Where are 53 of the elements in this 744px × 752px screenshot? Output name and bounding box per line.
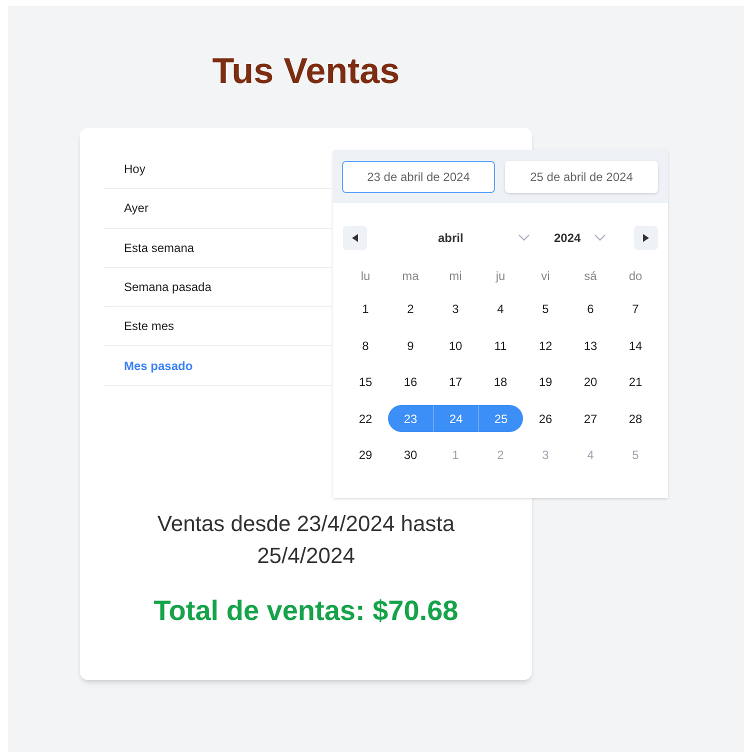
weekday-label: lu <box>360 268 372 285</box>
calendar-day[interactable]: 26 <box>523 400 568 437</box>
calendar-day[interactable]: 22 <box>343 400 388 437</box>
calendar-day[interactable]: 1 <box>343 291 388 328</box>
calendar-day[interactable]: 8 <box>343 328 388 364</box>
calendar-day[interactable]: 28 <box>613 400 658 437</box>
calendar-day[interactable]: 19 <box>523 364 568 400</box>
calendar-day[interactable]: 17 <box>433 364 478 400</box>
calendar-day[interactable]: 2 <box>388 291 433 328</box>
calendar-day[interactable]: 7 <box>613 291 658 328</box>
preset-item[interactable]: Mes pasado <box>104 346 332 386</box>
date-field[interactable]: 25 de abril de 2024 <box>505 160 658 192</box>
calendar-day[interactable]: 13 <box>568 328 613 364</box>
weekday-label: mi <box>448 268 463 285</box>
calendar-day[interactable]: 4 <box>478 291 523 328</box>
calendar-day[interactable]: 11 <box>478 328 523 364</box>
next-month-button[interactable] <box>634 226 658 250</box>
preset-item[interactable]: Hoy <box>104 150 332 190</box>
calendar-day[interactable]: 15 <box>343 364 388 400</box>
chevron-down-icon <box>594 234 606 242</box>
sales-total: Total de ventas: $70.68 <box>154 594 458 628</box>
right-triangle-icon <box>643 234 649 242</box>
preset-item[interactable]: Esta semana <box>104 228 332 268</box>
calendar-day[interactable]: 16 <box>388 364 433 400</box>
page-title: Tus Ventas <box>211 49 401 93</box>
calendar-day[interactable]: 6 <box>568 291 613 328</box>
year-select[interactable]: 2024 <box>554 229 606 247</box>
preset-item[interactable]: Ayer <box>104 189 332 229</box>
month-select[interactable]: abril <box>438 229 530 247</box>
chevron-down-icon <box>518 234 530 242</box>
calendar-day[interactable]: 18 <box>478 364 523 400</box>
calendar-day[interactable]: 12 <box>523 328 568 364</box>
weekday-label: sá <box>583 268 598 285</box>
calendar-day[interactable]: 10 <box>433 328 478 364</box>
date-field[interactable]: 23 de abril de 2024 <box>342 160 495 192</box>
weekday-label: do <box>628 268 644 285</box>
weekday-label: ju <box>494 268 506 285</box>
calendar-day[interactable]: 29 <box>343 437 388 474</box>
calendar-day[interactable]: 27 <box>568 400 613 437</box>
calendar-day[interactable]: 5 <box>523 291 568 328</box>
calendar-day[interactable]: 14 <box>613 328 658 364</box>
preset-item[interactable]: Semana pasada <box>104 268 332 308</box>
previous-month-button[interactable] <box>343 226 367 250</box>
weekday-label: vi <box>540 268 551 285</box>
weekday-label: ma <box>401 268 420 285</box>
calendar-day[interactable]: 3 <box>433 291 478 328</box>
date-range-text: Ventas desde 23/4/2024 hasta 25/4/2024 <box>156 510 456 570</box>
calendar-day[interactable]: 30 <box>388 437 433 474</box>
preset-item[interactable]: Este mes <box>104 307 332 346</box>
calendar-day[interactable]: 20 <box>568 364 613 400</box>
left-triangle-icon <box>352 234 358 242</box>
calendar-day[interactable]: 9 <box>388 328 433 364</box>
calendar-day[interactable]: 21 <box>613 364 658 400</box>
